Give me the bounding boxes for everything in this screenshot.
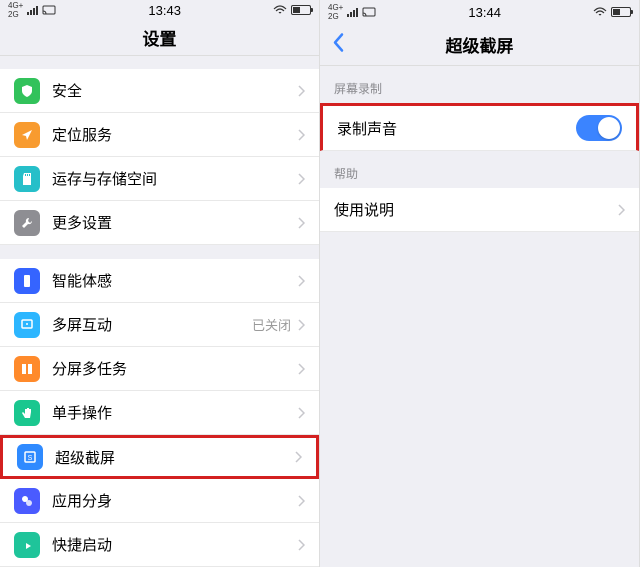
row-label: 定位服务: [52, 124, 297, 145]
chevron-right-icon: [297, 173, 305, 185]
row-label: 录制声音: [337, 118, 576, 139]
network-label: 4G+ 2G: [8, 1, 23, 19]
row-label: 多屏互动: [52, 314, 252, 335]
back-button[interactable]: [332, 32, 344, 57]
help-section: 使用说明: [320, 188, 639, 232]
hand-icon: [14, 400, 40, 426]
status-time: 13:43: [148, 3, 181, 18]
chevron-right-icon: [297, 85, 305, 97]
page-title: 超级截屏: [446, 32, 514, 57]
wifi-icon: [593, 7, 607, 17]
row-multi-screen[interactable]: 多屏互动 已关闭: [0, 303, 319, 347]
chevron-right-icon: [297, 363, 305, 375]
row-value: 已关闭: [252, 315, 291, 334]
signal-icon: [27, 5, 38, 15]
row-label: 快捷启动: [52, 534, 297, 555]
sd-card-icon: [14, 166, 40, 192]
battery-icon: [291, 5, 311, 15]
screenshot-icon: S: [17, 444, 43, 470]
toggle-record-sound[interactable]: [576, 115, 622, 141]
page-title: 设置: [143, 25, 177, 50]
cast-status-icon: [42, 5, 56, 15]
split-icon: [14, 356, 40, 382]
status-bar: 4G+ 2G 13:44: [320, 0, 639, 24]
section-header-help: 帮助: [320, 151, 639, 188]
chevron-right-icon: [297, 319, 305, 331]
phone-icon: [14, 268, 40, 294]
clone-icon: [14, 488, 40, 514]
row-instructions[interactable]: 使用说明: [320, 188, 639, 232]
row-label: 分屏多任务: [52, 358, 297, 379]
row-super-screenshot[interactable]: S 超级截屏: [0, 435, 319, 479]
cast-icon: [14, 312, 40, 338]
status-time: 13:44: [468, 5, 501, 20]
record-section: 录制声音: [320, 103, 639, 151]
chevron-right-icon: [297, 275, 305, 287]
cast-status-icon: [362, 7, 376, 17]
chevron-right-icon: [297, 495, 305, 507]
settings-group-2: 智能体感 多屏互动 已关闭 分屏多任务 单手操作 S 超级截屏 应用分身: [0, 259, 319, 567]
chevron-right-icon: [297, 217, 305, 229]
battery-icon: [611, 7, 631, 17]
wifi-icon: [273, 5, 287, 15]
row-record-sound[interactable]: 录制声音: [320, 103, 639, 151]
phone-right: 4G+ 2G 13:44 超级截屏 屏幕录制 录制声音 帮助 使用说明: [320, 0, 640, 567]
svg-text:S: S: [28, 455, 33, 462]
settings-group-1: 安全 定位服务 运存与存储空间 更多设置: [0, 69, 319, 245]
row-security[interactable]: 安全: [0, 69, 319, 113]
chevron-right-icon: [297, 539, 305, 551]
location-icon: [14, 122, 40, 148]
section-header-record: 屏幕录制: [320, 66, 639, 103]
nav-bar: 设置: [0, 20, 319, 56]
row-app-clone[interactable]: 应用分身: [0, 479, 319, 523]
row-label: 智能体感: [52, 270, 297, 291]
row-label: 应用分身: [52, 490, 297, 511]
row-split-screen[interactable]: 分屏多任务: [0, 347, 319, 391]
row-label: 安全: [52, 80, 297, 101]
row-storage[interactable]: 运存与存储空间: [0, 157, 319, 201]
signal-icon: [347, 7, 358, 17]
launch-icon: [14, 532, 40, 558]
row-smart-motion[interactable]: 智能体感: [0, 259, 319, 303]
shield-icon: [14, 78, 40, 104]
row-more-settings[interactable]: 更多设置: [0, 201, 319, 245]
chevron-right-icon: [297, 129, 305, 141]
row-location[interactable]: 定位服务: [0, 113, 319, 157]
chevron-left-icon: [332, 32, 344, 52]
nav-bar: 超级截屏: [320, 24, 639, 66]
row-label: 运存与存储空间: [52, 168, 297, 189]
row-one-handed[interactable]: 单手操作: [0, 391, 319, 435]
chevron-right-icon: [294, 451, 302, 463]
wrench-icon: [14, 210, 40, 236]
phone-left: 4G+ 2G 13:43 设置 安全 定位服务 运存与存储空间: [0, 0, 320, 567]
row-label: 超级截屏: [55, 447, 294, 468]
row-label: 单手操作: [52, 402, 297, 423]
row-label: 更多设置: [52, 212, 297, 233]
network-label: 4G+ 2G: [328, 3, 343, 21]
row-label: 使用说明: [334, 199, 617, 220]
row-quick-launch[interactable]: 快捷启动: [0, 523, 319, 567]
chevron-right-icon: [297, 407, 305, 419]
status-bar: 4G+ 2G 13:43: [0, 0, 319, 20]
chevron-right-icon: [617, 204, 625, 216]
